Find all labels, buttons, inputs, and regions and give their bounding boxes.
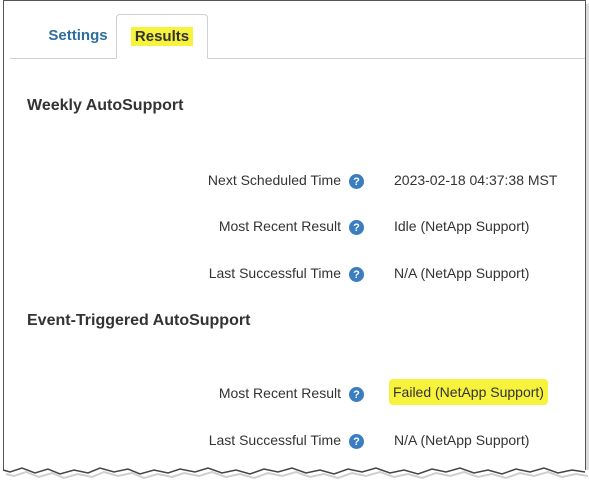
tab-results-label: Results (130, 27, 194, 46)
field-label: Next Scheduled Time (207, 172, 341, 188)
field-value-failed: Failed (NetApp Support) (389, 379, 548, 405)
field-label: Last Successful Time (208, 432, 341, 448)
field-label: Most Recent Result (218, 385, 341, 401)
tab-settings-label: Settings (48, 27, 108, 44)
screenshot-frame: Settings Results Weekly AutoSupport Next… (0, 0, 589, 493)
tab-settings[interactable]: Settings (28, 14, 128, 57)
field-value: N/A (NetApp Support) (394, 432, 530, 448)
field-value: 2023-02-18 04:37:38 MST (394, 172, 558, 188)
event-row-most-recent: Most Recent Result ? Failed (NetApp Supp… (0, 379, 589, 405)
tab-bar: Settings Results (10, 0, 585, 59)
event-row-last-successful: Last Successful Time ? N/A (NetApp Suppo… (0, 432, 589, 452)
help-icon[interactable]: ? (349, 220, 364, 235)
field-value: N/A (NetApp Support) (394, 265, 530, 281)
weekly-row-most-recent: Most Recent Result ? Idle (NetApp Suppor… (0, 218, 589, 238)
event-section-title: Event-Triggered AutoSupport (27, 312, 251, 329)
weekly-row-next-scheduled: Next Scheduled Time ? 2023-02-18 04:37:3… (0, 172, 589, 192)
tab-results[interactable]: Results (116, 14, 208, 59)
weekly-section-title: Weekly AutoSupport (27, 97, 184, 114)
help-icon[interactable]: ? (349, 387, 364, 402)
help-icon[interactable]: ? (349, 267, 364, 282)
weekly-row-last-successful: Last Successful Time ? N/A (NetApp Suppo… (0, 265, 589, 285)
help-icon[interactable]: ? (349, 434, 364, 449)
torn-edge (0, 467, 589, 493)
field-label: Last Successful Time (208, 265, 341, 281)
field-value: Idle (NetApp Support) (394, 218, 530, 234)
help-icon[interactable]: ? (349, 174, 364, 189)
field-label: Most Recent Result (218, 218, 341, 234)
